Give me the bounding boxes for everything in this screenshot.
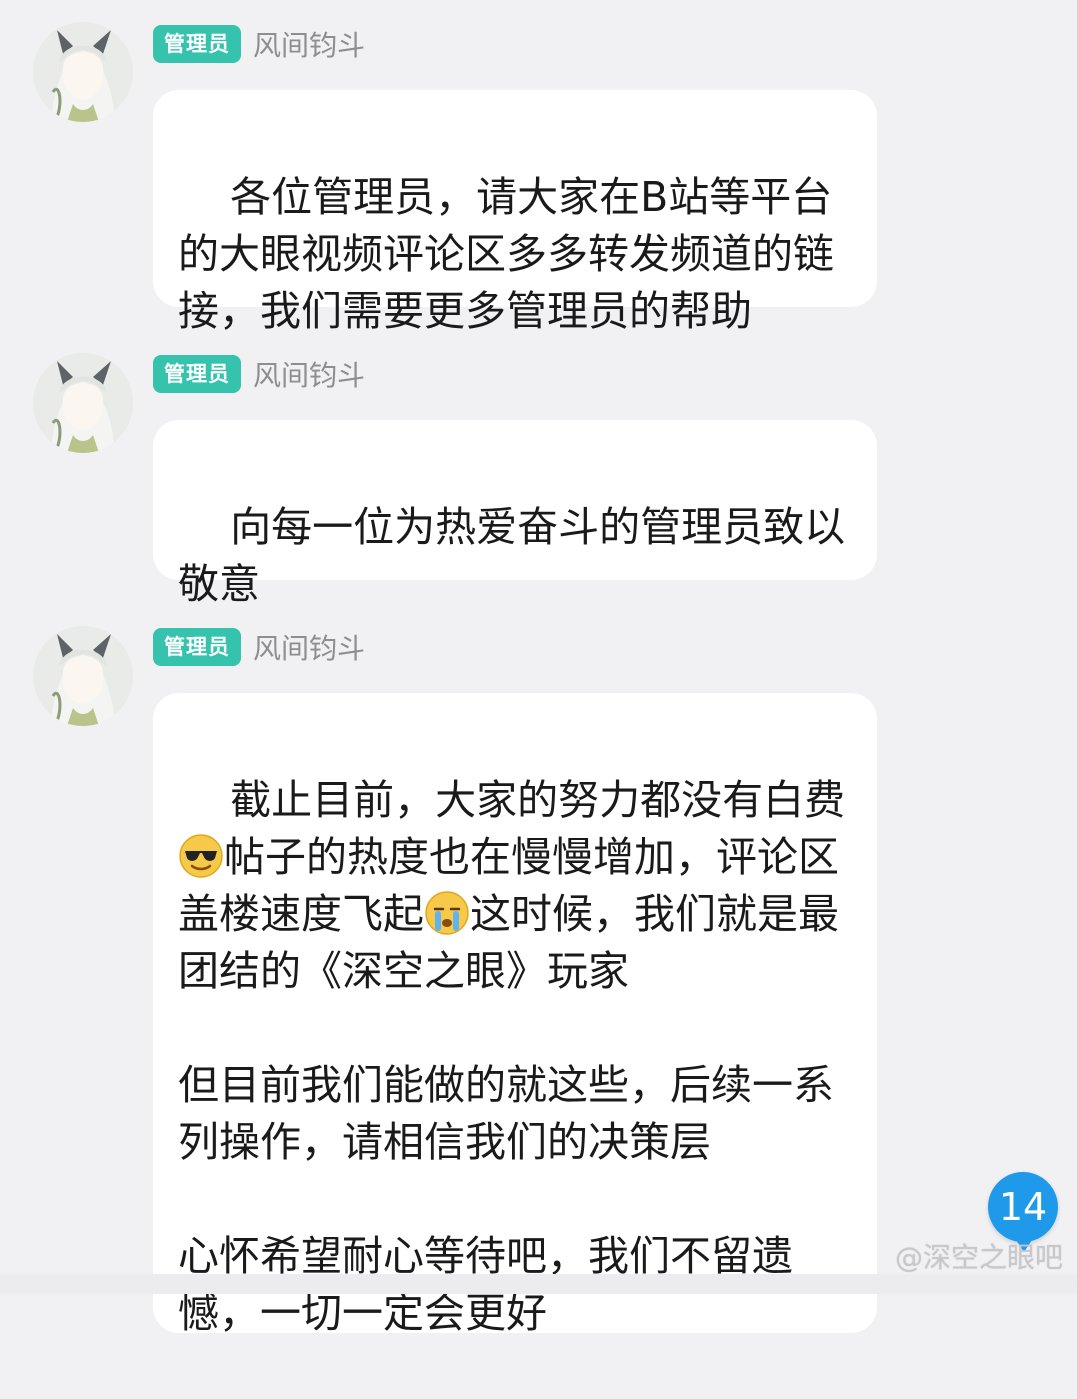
message-bubble[interactable]: 各位管理员，请大家在B站等平台的大眼视频评论区多多转发频道的链接，我们需要更多管…: [153, 90, 877, 335]
message-header: 管理员 风间钧斗: [153, 24, 365, 64]
message-bubble[interactable]: 向每一位为热爱奋斗的管理员致以敬意: [153, 420, 877, 608]
sender-name[interactable]: 风间钧斗: [253, 24, 365, 64]
message-text-part: 这时候，我们就是最团结的《深空之眼》玩家 但目前我们能做的就这些，后续一系列操作…: [178, 890, 839, 1337]
avatar[interactable]: [33, 353, 133, 453]
message-text-part: 截止目前，大家的努力都没有白费: [230, 776, 846, 824]
avatar[interactable]: [33, 626, 133, 726]
message-text: 向每一位为热爱奋斗的管理员致以敬意: [178, 503, 846, 608]
message-bubble[interactable]: 截止目前，大家的努力都没有白费 帖子的热度也在慢慢增加，评论区盖楼速度飞起 这时…: [153, 693, 877, 1337]
admin-badge: 管理员: [153, 628, 241, 666]
message-header: 管理员 风间钧斗: [153, 354, 365, 394]
chat-screen: { "messages": [ { "role_badge": "管理员", "…: [0, 0, 1077, 1337]
avatar-image: [33, 22, 133, 122]
avatar-image: [33, 353, 133, 453]
admin-badge: 管理员: [153, 25, 241, 63]
unread-counter-button[interactable]: 14: [988, 1172, 1058, 1252]
avatar[interactable]: [33, 22, 133, 122]
sender-name[interactable]: 风间钧斗: [253, 627, 365, 667]
avatar-image: [33, 626, 133, 726]
sunglasses-emoji-icon: [178, 833, 224, 879]
sender-name[interactable]: 风间钧斗: [253, 354, 365, 394]
admin-badge: 管理员: [153, 355, 241, 393]
watermark: @深空之眼吧: [894, 1241, 1063, 1274]
crying-emoji-icon: [424, 890, 470, 936]
bottom-strip: [0, 1274, 1077, 1294]
message-text: 各位管理员，请大家在B站等平台的大眼视频评论区多多转发频道的链接，我们需要更多管…: [178, 173, 834, 335]
message-header: 管理员 风间钧斗: [153, 627, 365, 667]
